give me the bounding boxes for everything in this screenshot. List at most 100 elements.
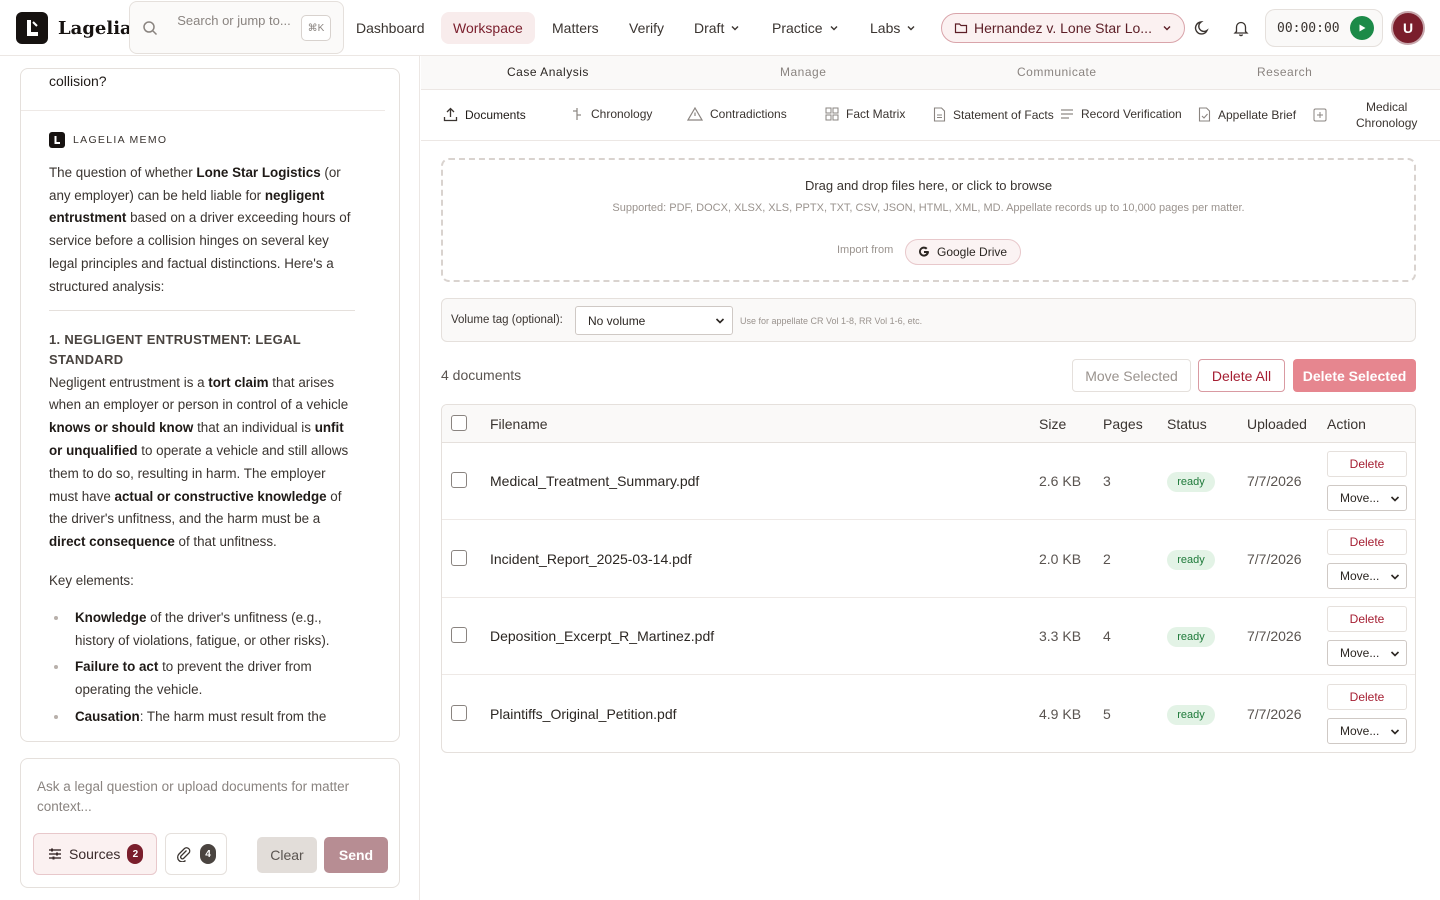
nav-dashboard[interactable]: Dashboard xyxy=(344,12,437,44)
file-dropzone[interactable]: Drag and drop files here, or click to br… xyxy=(441,158,1416,282)
top-navigation-bar: Lagelia Search or jump to... ⌘K Dashboar… xyxy=(0,0,1440,56)
cell-uploaded: 7/7/2026 xyxy=(1247,705,1302,722)
matter-selector[interactable]: Hernandez v. Lone Star Lo... xyxy=(941,13,1185,43)
tab-record-verification[interactable]: Record Verification xyxy=(1060,107,1182,121)
text: : The harm must result from the xyxy=(139,708,327,724)
google-drive-button[interactable]: Google Drive xyxy=(905,239,1021,265)
tab-chronology[interactable]: Chronology xyxy=(570,107,652,121)
nav-workspace[interactable]: Workspace xyxy=(441,12,535,44)
nav-practice[interactable]: Practice xyxy=(760,12,851,44)
nav-labs[interactable]: Labs xyxy=(858,12,928,44)
tab-fact-matrix[interactable]: Fact Matrix xyxy=(825,107,905,121)
search-box[interactable]: Search or jump to... ⌘K xyxy=(129,1,344,54)
cell-size: 4.9 KB xyxy=(1039,705,1082,722)
plus-square-icon[interactable] xyxy=(1313,108,1327,122)
column-size[interactable]: Size xyxy=(1039,416,1066,432)
clear-button[interactable]: Clear xyxy=(257,837,317,873)
nav-label: Verify xyxy=(629,20,665,36)
tab-communicate[interactable]: Communicate xyxy=(1017,65,1097,79)
table-row: Medical_Treatment_Summary.pdf 2.6 KB 3 read… xyxy=(442,443,1415,520)
user-avatar[interactable]: U xyxy=(1391,11,1425,45)
column-status[interactable]: Status xyxy=(1167,416,1207,432)
row-delete-button[interactable]: Delete xyxy=(1327,451,1407,477)
tab-appellate-brief[interactable]: Appellate Brief xyxy=(1198,107,1296,122)
cell-filename[interactable]: Deposition_Excerpt_R_Martinez.pdf xyxy=(490,628,714,644)
section-paragraph: Negligent entrustment is a tort claim th… xyxy=(49,372,355,554)
row-delete-button[interactable]: Delete xyxy=(1327,528,1407,555)
main-content: Case Analysis Manage Communicate Researc… xyxy=(421,56,1440,900)
theme-toggle-moon-icon[interactable] xyxy=(1190,16,1214,40)
row-checkbox[interactable] xyxy=(451,472,467,488)
memo-intro: The question of whether Lone Star Logist… xyxy=(49,162,355,299)
tab-case-analysis[interactable]: Case Analysis xyxy=(507,65,589,79)
chevron-down-icon xyxy=(731,26,739,31)
tab-label: Medical xyxy=(1366,100,1408,114)
chat-composer[interactable]: Ask a legal question or upload documents… xyxy=(20,758,400,888)
row-delete-button[interactable]: Delete xyxy=(1327,683,1407,710)
row-move-select[interactable]: Move... xyxy=(1327,562,1407,589)
delete-all-button[interactable]: Delete All xyxy=(1198,359,1285,392)
table-row: Deposition_Excerpt_R_Martinez.pdf 3.3 KB 4… xyxy=(442,598,1415,675)
nav-draft[interactable]: Draft xyxy=(682,12,752,44)
tab-research[interactable]: Research xyxy=(1257,65,1312,79)
document-count: 4 documents xyxy=(441,367,522,383)
tab-label: Chronology xyxy=(591,107,653,121)
row-delete-button[interactable]: Delete xyxy=(1327,606,1407,632)
row-move-select[interactable]: Move... xyxy=(1327,717,1407,744)
folder-icon xyxy=(954,23,968,34)
column-filename[interactable]: Filename xyxy=(490,416,548,432)
volume-select[interactable]: No volume xyxy=(575,306,733,335)
nav-matters[interactable]: Matters xyxy=(540,12,611,44)
row-move-select[interactable]: Move... xyxy=(1327,640,1407,666)
cell-uploaded: 7/7/2026 xyxy=(1247,550,1302,567)
sources-button[interactable]: Sources 2 xyxy=(33,833,157,875)
row-checkbox[interactable] xyxy=(451,704,467,721)
send-button[interactable]: Send xyxy=(324,837,388,873)
attach-button[interactable]: 4 xyxy=(165,833,227,875)
row-checkbox[interactable] xyxy=(451,549,467,566)
emphasis: direct consequence xyxy=(49,534,175,550)
attachments-count-badge: 4 xyxy=(200,844,216,864)
sliders-icon xyxy=(49,848,61,860)
notifications-bell-icon[interactable] xyxy=(1229,16,1253,40)
delete-selected-button[interactable]: Delete Selected xyxy=(1293,359,1416,392)
chevron-down-icon xyxy=(1390,573,1400,580)
google-drive-label: Google Drive xyxy=(937,245,1008,259)
section-tabs: Case Analysis Manage Communicate Researc… xyxy=(421,56,1440,90)
column-uploaded[interactable]: Uploaded xyxy=(1247,416,1307,432)
cell-size: 2.0 KB xyxy=(1039,550,1082,567)
chevron-down-icon xyxy=(830,26,838,31)
column-pages[interactable]: Pages xyxy=(1103,416,1143,432)
tab-manage[interactable]: Manage xyxy=(780,65,826,79)
emphasis: actual or constructive knowledge xyxy=(114,488,327,504)
tab-statement-of-facts[interactable]: Statement of Facts xyxy=(933,107,1054,122)
composer-input[interactable]: Ask a legal question or upload documents… xyxy=(37,777,382,817)
cell-pages: 5 xyxy=(1103,705,1111,722)
cell-filename[interactable]: Plaintiffs_Original_Petition.pdf xyxy=(490,706,677,722)
chevron-down-icon xyxy=(715,318,725,324)
nav-label: Matters xyxy=(552,20,599,36)
volume-selected-value: No volume xyxy=(588,313,646,328)
chevron-down-icon xyxy=(907,26,915,31)
text: of that unfitness. xyxy=(174,534,277,550)
tab-medical-chronology[interactable]: Medical Chronology xyxy=(1356,99,1417,131)
list-check-icon xyxy=(1061,109,1073,119)
row-checkbox[interactable] xyxy=(451,627,467,643)
sources-count-badge: 2 xyxy=(127,844,144,864)
nav-verify[interactable]: Verify xyxy=(617,12,676,44)
search-icon xyxy=(142,20,158,39)
app-logo[interactable]: Lagelia xyxy=(16,12,132,44)
time-tracker: 00:00:00 xyxy=(1265,9,1383,47)
tab-contradictions[interactable]: Contradictions xyxy=(687,107,787,121)
row-move-select[interactable]: Move... xyxy=(1327,485,1407,511)
play-icon[interactable] xyxy=(1349,16,1374,40)
tab-documents[interactable]: Documents xyxy=(443,107,526,122)
chat-transcript[interactable]: collision? LAGELIA MEMO The question of … xyxy=(20,68,400,742)
search-placeholder[interactable]: Search or jump to... xyxy=(174,11,294,31)
move-selected-button[interactable]: Move Selected xyxy=(1072,359,1191,392)
cell-filename[interactable]: Incident_Report_2025-03-14.pdf xyxy=(490,551,692,567)
select-all-checkbox[interactable] xyxy=(451,415,467,431)
cell-filename[interactable]: Medical_Treatment_Summary.pdf xyxy=(490,473,699,489)
tab-label: Fact Matrix xyxy=(846,107,906,121)
volume-tag-bar: Volume tag (optional): No volume Use for… xyxy=(441,298,1416,342)
